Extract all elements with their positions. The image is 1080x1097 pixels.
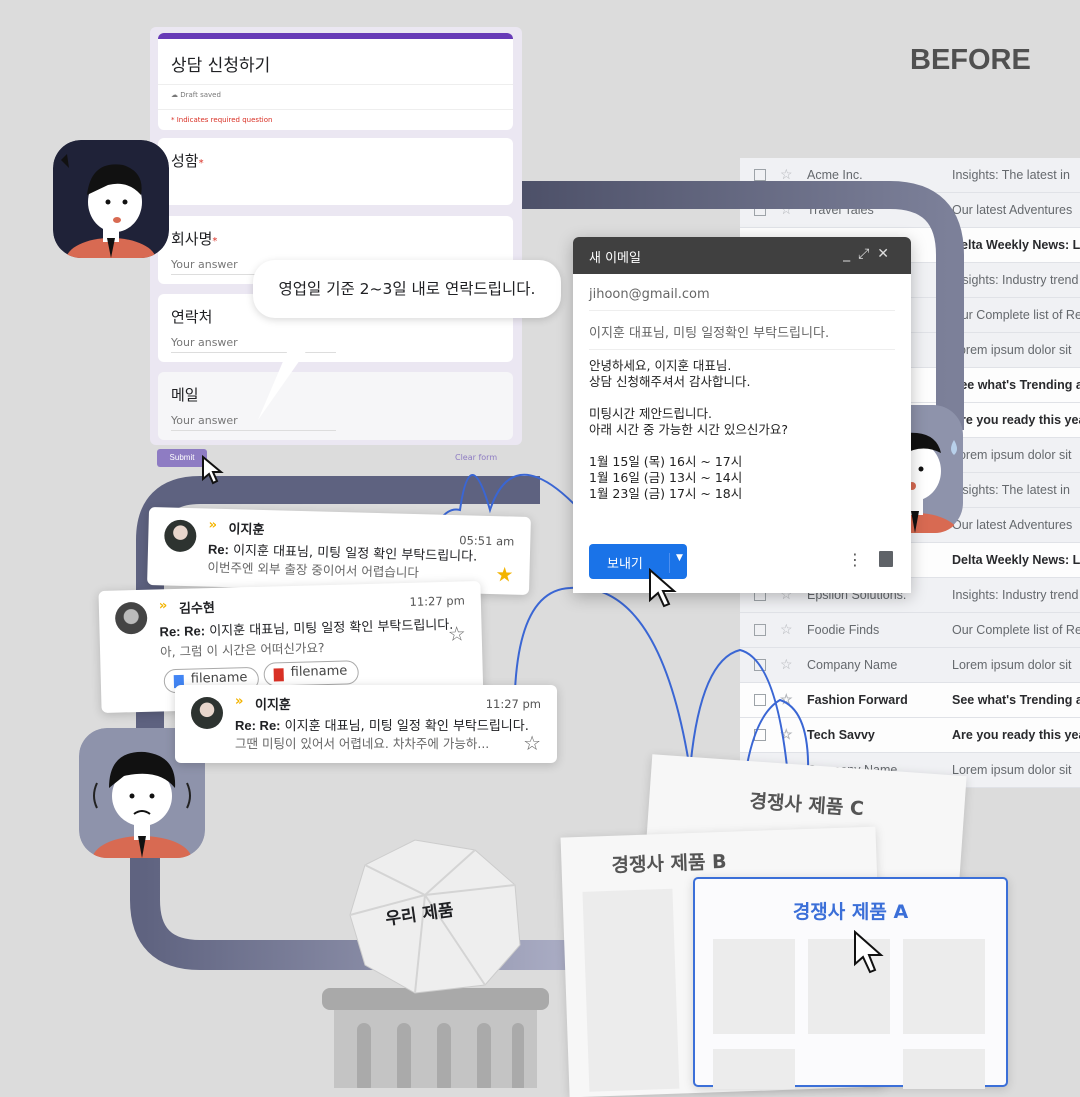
important-marker-icon: » xyxy=(235,694,244,709)
attachment-chip[interactable]: filename xyxy=(263,660,359,687)
compose-window: 새 이메일 _⤢✕ jihoon@gmail.com 이지훈 대표님, 미팅 일… xyxy=(573,237,911,593)
to-field[interactable]: jihoon@gmail.com xyxy=(589,287,895,311)
trash-can-icon xyxy=(322,988,549,1088)
send-label: 보내기 xyxy=(607,557,643,572)
mail-time: 11:27 pm xyxy=(409,593,466,609)
mail-card[interactable]: » 이지훈 11:27 pm Re: Re: 이지훈 대표님, 미팅 일정 확인… xyxy=(175,685,557,763)
cursor-icon xyxy=(854,930,884,974)
avatar xyxy=(114,601,148,635)
avatar xyxy=(163,519,197,553)
important-marker-icon: » xyxy=(158,598,168,614)
sender-name: 이지훈 xyxy=(255,698,291,713)
mail-subject: Re: Re: 이지훈 대표님, 미팅 일정 확인 부탁드립니다. xyxy=(235,718,529,734)
mail-time: 11:27 pm xyxy=(485,697,541,711)
cursor-icon xyxy=(649,568,677,608)
cursor-icon xyxy=(202,455,224,485)
more-options-icon[interactable]: ⋮ xyxy=(847,550,863,569)
star-icon[interactable]: ☆ xyxy=(523,731,541,755)
sender-name: 이지훈 xyxy=(228,522,265,539)
mail-preview: 그땐 미팅이 있어서 어렵네요. 차차주에 가능하... xyxy=(235,736,490,751)
close-icon[interactable]: ✕ xyxy=(877,246,897,262)
message-body[interactable]: 안녕하세요, 이지훈 대표님. 상담 신청해주셔서 감사합니다. 미팅시간 제안… xyxy=(589,358,788,502)
compose-header: 새 이메일 _⤢✕ xyxy=(573,237,911,274)
minimize-icon[interactable]: _ xyxy=(843,246,858,262)
mail-subject: Re: Re: 이지훈 대표님, 미팅 일정 확인 부탁드립니다. xyxy=(159,617,454,640)
mail-preview: 아, 그럼 이 시간은 어떠신가요? xyxy=(159,640,325,660)
sender-name: 김수현 xyxy=(178,600,216,617)
discard-icon[interactable] xyxy=(879,551,893,567)
subject-field[interactable]: 이지훈 대표님, 미팅 일정확인 부탁드립니다. xyxy=(589,322,895,350)
competitor-product-a[interactable]: 경쟁사 제품 A xyxy=(693,877,1008,1089)
star-icon[interactable]: ☆ xyxy=(447,621,466,645)
important-marker-icon: » xyxy=(208,517,218,533)
product-label: 경쟁사 제품 A xyxy=(792,901,909,923)
star-filled-icon[interactable]: ★ xyxy=(495,562,514,586)
pdf-file-icon xyxy=(273,668,284,682)
compose-title: 새 이메일 xyxy=(589,251,641,266)
product-label: 경쟁사 제품 C xyxy=(748,790,865,821)
avatar xyxy=(191,697,223,729)
expand-icon[interactable]: ⤢ xyxy=(858,246,877,262)
product-label: 경쟁사 제품 B xyxy=(611,850,727,877)
